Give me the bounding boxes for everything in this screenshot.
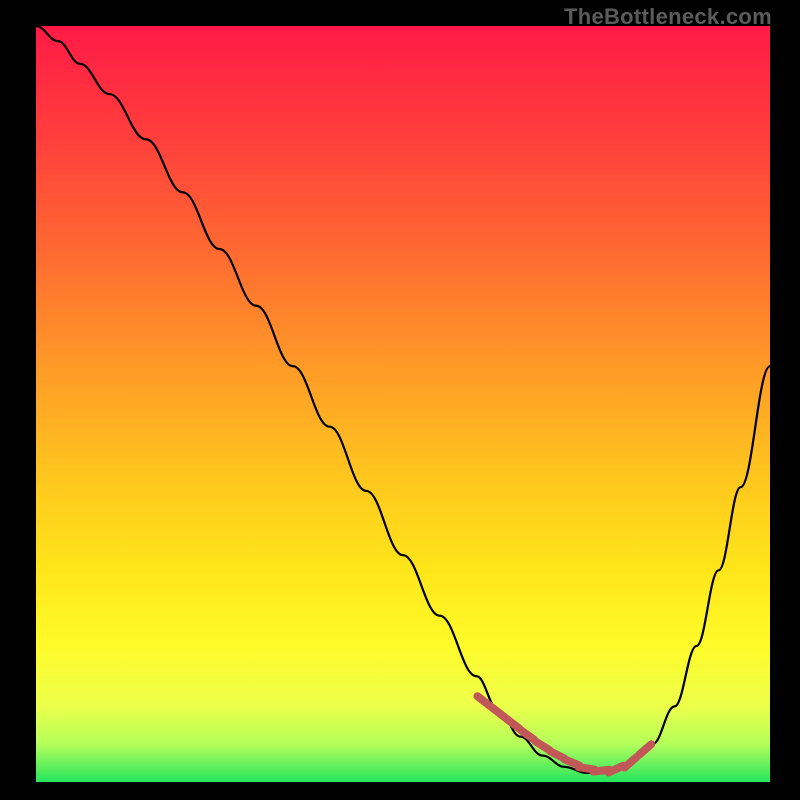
watermark-text: TheBottleneck.com <box>564 4 772 30</box>
plot-area <box>36 26 770 782</box>
chart-frame: TheBottleneck.com <box>0 0 800 800</box>
chart-svg <box>36 26 770 782</box>
